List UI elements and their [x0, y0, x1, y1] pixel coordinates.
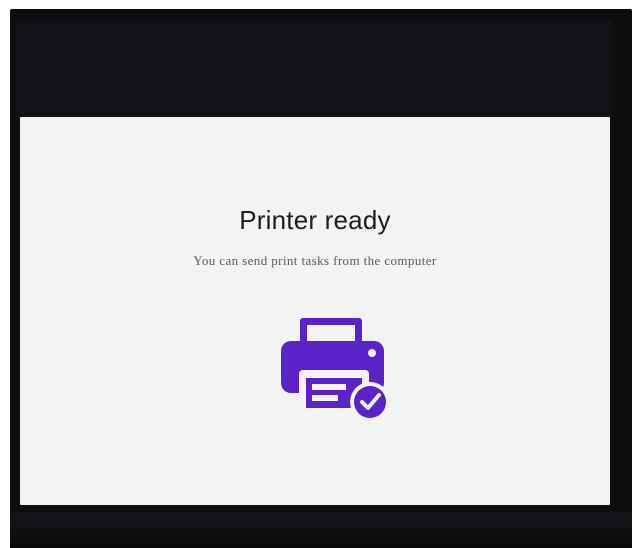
bottom-bezel — [10, 512, 632, 548]
device-bezel: Printer ready You can send print tasks f… — [0, 0, 639, 548]
printer-ready-icon — [281, 318, 390, 422]
printer-status-screen: Printer ready You can send print tasks f… — [20, 117, 610, 505]
page-title: Printer ready — [239, 205, 391, 235]
top-status-panel — [16, 21, 612, 119]
status-message: You can send print tasks from the comput… — [193, 253, 437, 268]
